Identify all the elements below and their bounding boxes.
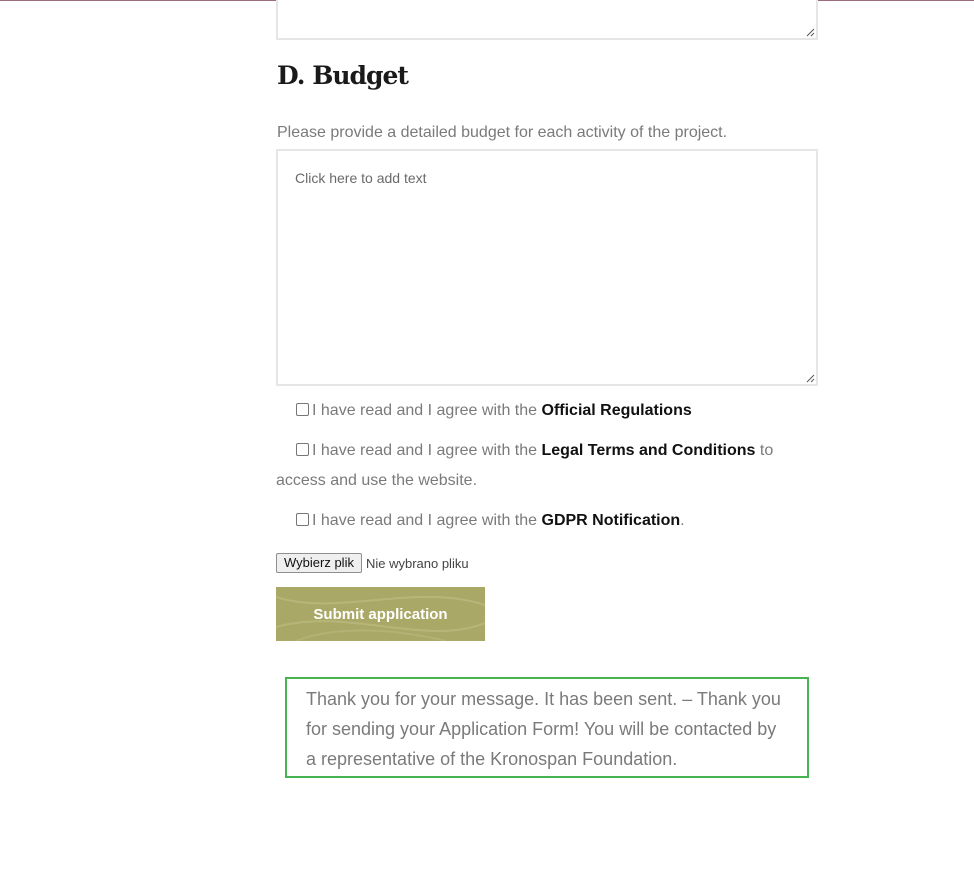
file-status: Nie wybrano pliku <box>365 555 469 571</box>
response-message: Thank you for your message. It has been … <box>306 689 781 769</box>
agree-gdpr-checkbox[interactable] <box>296 513 309 526</box>
submit-application-button[interactable]: Submit application <box>276 587 485 641</box>
agree-gdpr-prefix: I have read and I agree with the <box>312 512 538 529</box>
agree-terms-row: I have read and I agree with the Legal T… <box>276 436 816 496</box>
previous-section-textarea[interactable] <box>276 0 818 40</box>
submit-button-label: Submit application <box>313 605 448 623</box>
agree-terms-prefix: I have read and I agree with the <box>312 442 538 459</box>
official-regulations-link[interactable]: Official Regulations <box>542 402 692 419</box>
gdpr-notification-link[interactable]: GDPR Notification <box>542 512 681 529</box>
agree-regulations-prefix: I have read and I agree with the <box>312 402 538 419</box>
section-heading: D. Budget <box>277 61 409 90</box>
agree-gdpr-suffix: . <box>680 512 685 529</box>
agree-regulations-row: I have read and I agree with the Officia… <box>276 396 816 426</box>
choose-file-button[interactable]: Wybierz plik <box>276 553 362 573</box>
resize-grip-icon[interactable] <box>805 373 815 383</box>
budget-textarea[interactable]: Click here to add text <box>276 149 818 386</box>
agree-terms-checkbox[interactable] <box>296 443 309 456</box>
budget-instruction: Please provide a detailed budget for eac… <box>277 124 728 141</box>
agree-gdpr-row: I have read and I agree with the GDPR No… <box>276 506 816 536</box>
response-output: Thank you for your message. It has been … <box>285 677 809 778</box>
budget-textarea-placeholder: Click here to add text <box>295 170 427 186</box>
file-upload: Wybierz plik Nie wybrano pliku <box>276 552 469 574</box>
agree-regulations-checkbox[interactable] <box>296 403 309 416</box>
legal-terms-link[interactable]: Legal Terms and Conditions <box>542 442 756 459</box>
resize-grip-icon[interactable] <box>805 27 815 37</box>
